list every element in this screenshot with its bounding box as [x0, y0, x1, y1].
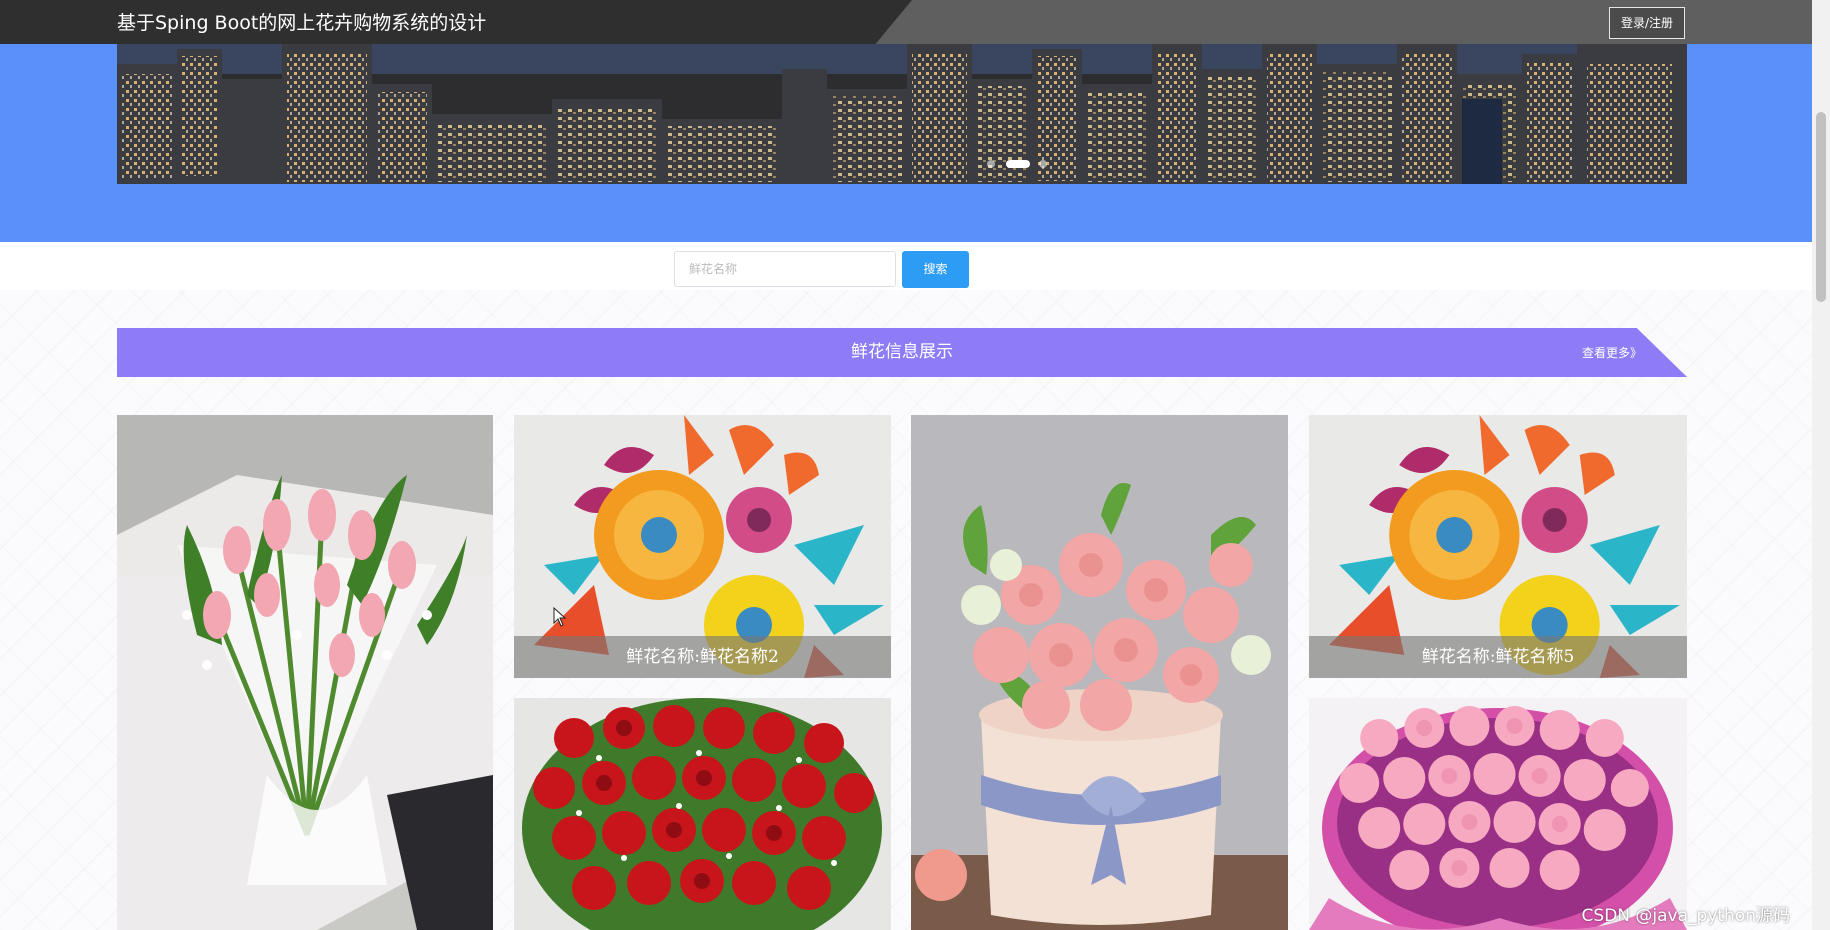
banner-carousel-image[interactable] [117, 44, 1687, 184]
section-title: 鲜花信息展示 [851, 342, 953, 362]
carousel-dot-2-active[interactable] [1006, 160, 1030, 168]
search-area: 搜索 [0, 242, 1812, 290]
product-caption-5: 鲜花名称:鲜花名称5 [1309, 636, 1687, 678]
product-card-1[interactable] [117, 415, 493, 930]
flower-name-search-input[interactable] [674, 251, 896, 287]
flower-section-header: 鲜花信息展示 查看更多》 [117, 328, 1687, 377]
login-register-button[interactable]: 登录/注册 [1608, 7, 1685, 39]
product-card-4[interactable]: 鲜花名称:鲜花名称5 [1309, 415, 1687, 678]
pink-carnations-image [1309, 698, 1687, 930]
scrollbar-thumb[interactable] [1816, 112, 1826, 302]
search-button[interactable]: 搜索 [902, 251, 969, 288]
city-skyline-illustration [117, 44, 1687, 184]
red-roses-image [514, 698, 891, 930]
product-card-6[interactable] [1309, 698, 1687, 930]
top-navigation-bar: 基于Sping Boot的网上花卉购物系统的设计 登录/注册 [0, 0, 1812, 44]
carousel-dot-3[interactable] [1039, 160, 1047, 168]
tulip-bouquet-image [117, 415, 493, 930]
csdn-watermark: CSDN @java_python源码 [1581, 906, 1790, 926]
pink-rose-box-image [911, 415, 1288, 930]
product-card-5[interactable] [514, 698, 891, 930]
site-title: 基于Sping Boot的网上花卉购物系统的设计 [117, 12, 487, 34]
view-more-link[interactable]: 查看更多》 [1582, 328, 1642, 377]
product-caption-2: 鲜花名称:鲜花名称2 [514, 636, 891, 678]
banner-section [0, 44, 1812, 242]
product-card-3[interactable] [911, 415, 1288, 930]
carousel-dot-1[interactable] [987, 160, 995, 168]
product-card-2[interactable]: 鲜花名称:鲜花名称2 [514, 415, 891, 678]
mouse-cursor-icon [553, 607, 567, 627]
